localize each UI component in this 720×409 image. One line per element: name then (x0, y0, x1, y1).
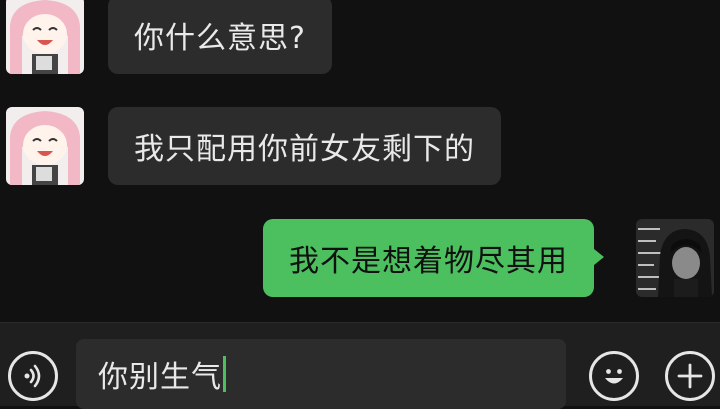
contact-avatar[interactable] (6, 107, 84, 185)
voice-wave-icon (24, 364, 41, 388)
chat-message-list[interactable]: 你什么意思? 我只配用你前女友剩下的 我不是想着物尽其用 (0, 0, 720, 322)
my-avatar[interactable] (636, 219, 714, 297)
pink-hair-girl-avatar-icon (6, 107, 84, 185)
plus-icon (677, 363, 703, 389)
text-cursor (223, 356, 226, 392)
contact-avatar[interactable] (6, 0, 84, 74)
emoji-button[interactable] (589, 351, 639, 401)
message-input-value: 你别生气 (98, 360, 222, 395)
message-text: 你什么意思? (134, 21, 306, 56)
message-text: 我不是想着物尽其用 (289, 244, 568, 279)
smiley-face-icon (605, 369, 623, 384)
input-bar: 你别生气 (0, 322, 720, 409)
message-bubble-incoming[interactable]: 你什么意思? (108, 0, 332, 74)
more-options-button[interactable] (665, 351, 715, 401)
message-text: 我只配用你前女友剩下的 (134, 132, 475, 167)
message-input[interactable]: 你别生气 (76, 339, 566, 409)
voice-toggle-button[interactable] (8, 351, 58, 401)
pink-hair-girl-avatar-icon (6, 0, 84, 74)
message-bubble-incoming[interactable]: 我只配用你前女友剩下的 (108, 107, 501, 185)
dark-hair-boy-avatar-icon (636, 219, 714, 297)
message-bubble-outgoing[interactable]: 我不是想着物尽其用 (263, 219, 604, 297)
